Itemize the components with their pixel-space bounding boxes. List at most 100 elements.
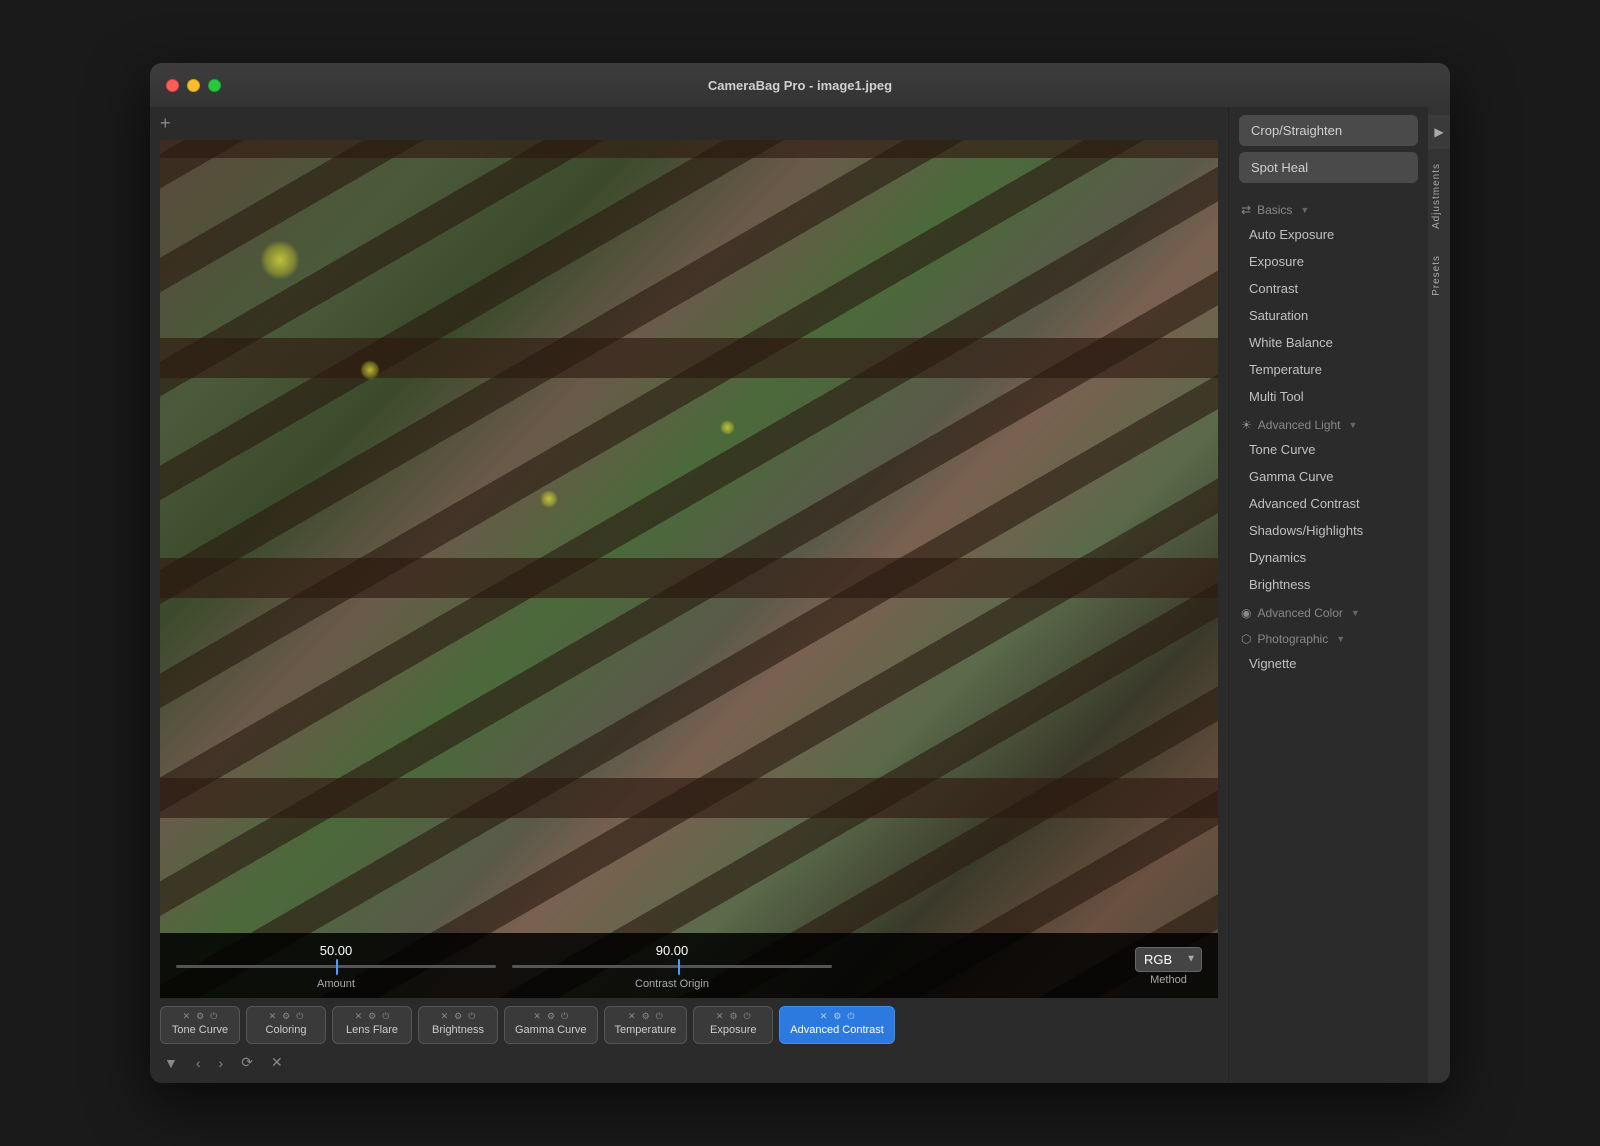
application-window: CameraBag Pro - image1.jpeg + (150, 63, 1450, 1083)
filter-chip-coloring[interactable]: ✕⚙⏻Coloring (246, 1006, 326, 1044)
menu-item-auto-exposure[interactable]: Auto Exposure (1229, 221, 1428, 248)
filter-chip-label: Temperature (615, 1024, 677, 1037)
panel-btn-crop-straighten[interactable]: Crop/Straighten (1239, 115, 1418, 146)
filter-chip-label: Lens Flare (346, 1024, 398, 1037)
method-control: RGB Luma ▼ Method (1135, 947, 1202, 986)
section-title-basics: Basics (1257, 203, 1292, 217)
canvas-toolbar: + (150, 107, 1228, 140)
filter-chip-brightness[interactable]: ✕⚙⏻Brightness (418, 1006, 498, 1044)
section-title-photographic: Photographic (1257, 632, 1328, 646)
filter-chip-icons: ✕⚙⏻ (820, 1011, 855, 1022)
bokeh-2 (360, 360, 380, 380)
menu-item-white-balance[interactable]: White Balance (1229, 329, 1428, 356)
filter-chip-label: Coloring (266, 1024, 307, 1037)
tab-presets[interactable]: Presets (1428, 243, 1450, 308)
right-panel: Crop/Straighten Spot Heal ⇄ Basics ▼ Auto Ex… (1228, 107, 1428, 1083)
filter-chip-gamma-curve[interactable]: ✕⚙⏻ Gamma Curve (504, 1006, 598, 1044)
bokeh-3 (540, 490, 558, 508)
filter-chip-icons: ✕⚙⏻ (533, 1011, 568, 1022)
menu-item-tone-curve[interactable]: Tone Curve (1229, 436, 1428, 463)
method-label: Method (1150, 974, 1187, 986)
menu-item-gamma-curve[interactable]: Gamma Curve (1229, 463, 1428, 490)
close-button[interactable] (166, 79, 179, 92)
canvas-image: 50.00 Amount 90.00 (160, 140, 1218, 998)
section-header-photographic[interactable]: ⬡Photographic▼ (1229, 624, 1428, 650)
menu-item-exposure[interactable]: Exposure (1229, 248, 1428, 275)
traffic-lights (166, 79, 221, 92)
section-title-advanced-light: Advanced Light (1258, 418, 1341, 432)
nav-down-button[interactable]: ▼ (160, 1053, 182, 1073)
method-select[interactable]: RGB Luma (1135, 947, 1202, 972)
menu-item-saturation[interactable]: Saturation (1229, 302, 1428, 329)
section-icon-basics: ⇄ (1241, 203, 1251, 217)
main-content: + 50.00 (150, 107, 1450, 1083)
section-icon-advanced-color: ◉ (1241, 606, 1251, 620)
filter-chip-exposure[interactable]: ✕⚙⏻Exposure (693, 1006, 773, 1044)
canvas-area: + 50.00 (150, 107, 1228, 1083)
menu-item-dynamics[interactable]: Dynamics (1229, 544, 1428, 571)
menu-item-temperature[interactable]: Temperature (1229, 356, 1428, 383)
image-overlay (160, 140, 1218, 998)
menu-item-brightness[interactable]: Brightness (1229, 571, 1428, 598)
panel-scroll[interactable]: ⇄ Basics ▼ Auto ExposureExposureContrastSat… (1229, 191, 1428, 1083)
section-icon-photographic: ⬡ (1241, 632, 1251, 646)
filter-chip-temperature[interactable]: ✕⚙⏻ Temperature (604, 1006, 688, 1044)
window-title: CameraBag Pro - image1.jpeg (708, 78, 892, 93)
filter-chip-icons: ✕⚙⏻ (355, 1011, 390, 1022)
section-icon-advanced-light: ☀ (1241, 418, 1252, 432)
add-icon[interactable]: + (160, 113, 171, 134)
amount-thumb[interactable] (336, 959, 338, 975)
filter-chip-icons: ✕⚙⏻ (628, 1011, 663, 1022)
filter-chip-label: Advanced Contrast (790, 1024, 884, 1037)
panel-btn-spot-heal[interactable]: Spot Heal (1239, 152, 1418, 183)
section-header-advanced-color[interactable]: ◉ Advanced Color ▼ (1229, 598, 1428, 624)
filter-chip-icons: ✕⚙⏻ (716, 1011, 751, 1022)
filter-chip-advanced-contrast[interactable]: ✕⚙⏻ Advanced Contrast (779, 1006, 895, 1044)
section-title-advanced-color: Advanced Color (1257, 606, 1342, 620)
bottom-toolbar: ✕⚙⏻Tone Curve✕⚙⏻Coloring✕⚙⏻Lens Flare✕⚙⏻… (150, 998, 1228, 1083)
filter-chip-icons: ✕⚙⏻ (183, 1011, 218, 1022)
panel-expand-button[interactable]: ▶ (1428, 115, 1450, 149)
filter-chip-label: Brightness (432, 1024, 484, 1037)
amount-value: 50.00 (320, 943, 353, 958)
contrast-origin-thumb[interactable] (678, 959, 680, 975)
image-controls: 50.00 Amount 90.00 (160, 933, 1218, 998)
section-header-basics[interactable]: ⇄ Basics ▼ (1229, 195, 1428, 221)
nav-close-button[interactable]: ✕ (267, 1052, 287, 1073)
menu-item-shadows-highlights[interactable]: Shadows/Highlights (1229, 517, 1428, 544)
title-bar: CameraBag Pro - image1.jpeg (150, 63, 1450, 107)
menu-item-multi-tool[interactable]: Multi Tool (1229, 383, 1428, 410)
tab-adjustments[interactable]: Adjustments (1428, 151, 1450, 241)
filter-chip-lens-flare[interactable]: ✕⚙⏻ Lens Flare (332, 1006, 412, 1044)
method-group: RGB Luma ▼ Method (1135, 947, 1202, 986)
menu-item-advanced-contrast[interactable]: Advanced Contrast (1229, 490, 1428, 517)
nav-prev-button[interactable]: ‹ (192, 1053, 205, 1073)
contrast-origin-control: 90.00 Contrast Origin (512, 943, 832, 990)
method-dropdown-wrapper[interactable]: RGB Luma ▼ (1135, 947, 1202, 972)
amount-slider[interactable] (176, 958, 496, 976)
filter-strips: ✕⚙⏻Tone Curve✕⚙⏻Coloring✕⚙⏻Lens Flare✕⚙⏻… (160, 1006, 1218, 1044)
nav-next-button[interactable]: › (215, 1053, 228, 1073)
menu-item-vignette[interactable]: Vignette (1229, 650, 1428, 677)
contrast-origin-label: Contrast Origin (635, 978, 709, 990)
minimize-button[interactable] (187, 79, 200, 92)
section-arrow-basics: ▼ (1300, 205, 1309, 215)
side-tabs-container: ▶ Adjustments Presets (1428, 107, 1450, 1083)
section-arrow-advanced-color: ▼ (1351, 608, 1360, 618)
image-container: 50.00 Amount 90.00 (160, 140, 1218, 998)
contrast-origin-value: 90.00 (656, 943, 689, 958)
filter-chip-tone-curve[interactable]: ✕⚙⏻ Tone Curve (160, 1006, 240, 1044)
section-arrow-advanced-light: ▼ (1349, 420, 1358, 430)
filter-chip-label: Tone Curve (172, 1024, 228, 1037)
right-panel-wrapper: Crop/Straighten Spot Heal ⇄ Basics ▼ Auto Ex… (1228, 107, 1450, 1083)
amount-label: Amount (317, 978, 355, 990)
bottom-nav: ▼ ‹ › ⟳ ✕ (160, 1050, 1218, 1075)
section-header-advanced-light[interactable]: ☀ Advanced Light ▼ (1229, 410, 1428, 436)
menu-item-contrast[interactable]: Contrast (1229, 275, 1428, 302)
contrast-origin-slider[interactable] (512, 958, 832, 976)
bokeh-1 (260, 240, 300, 280)
maximize-button[interactable] (208, 79, 221, 92)
bokeh-4 (720, 420, 735, 435)
nav-reset-button[interactable]: ⟳ (237, 1052, 257, 1073)
filter-chip-label: Gamma Curve (515, 1024, 587, 1037)
